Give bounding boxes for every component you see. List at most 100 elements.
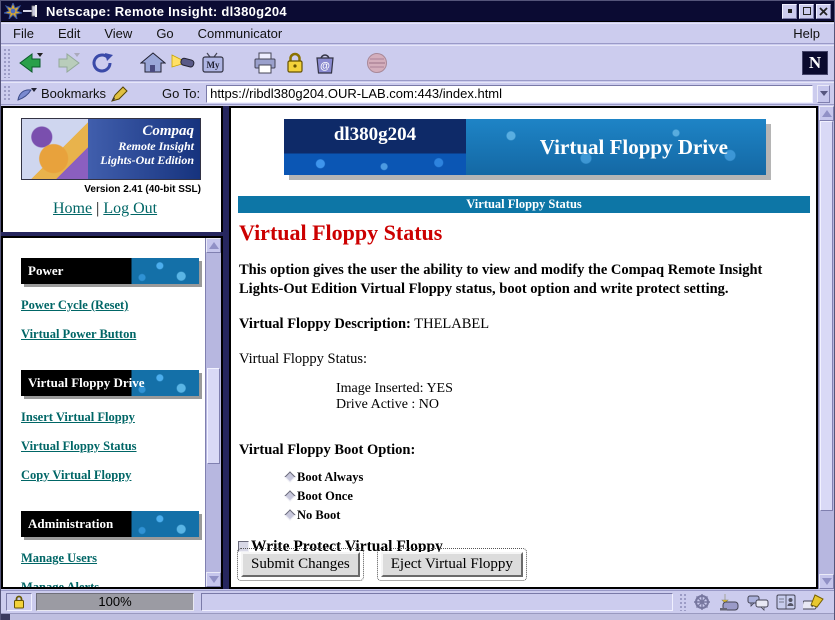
radio-boot-once[interactable]: Boot Once: [286, 490, 812, 503]
status-bar: 100%: [1, 590, 834, 612]
radio-no-boot[interactable]: No Boot: [286, 509, 812, 522]
addressbook-button[interactable]: [772, 592, 800, 612]
menu-communicator[interactable]: Communicator: [198, 26, 283, 41]
back-button[interactable]: [16, 49, 46, 77]
url-dropdown-button[interactable]: [817, 85, 830, 103]
goto-label: Go To:: [162, 86, 200, 101]
scrollbar-track[interactable]: [206, 253, 221, 572]
radio-icon[interactable]: [284, 509, 295, 520]
forward-icon: [55, 51, 81, 75]
eject-virtual-floppy-button[interactable]: Eject Virtual Floppy: [381, 552, 523, 577]
component-bar: [677, 591, 828, 613]
url-input[interactable]: [206, 85, 813, 103]
scroll-up-arrow[interactable]: [819, 106, 834, 121]
mailbox-button[interactable]: [716, 592, 744, 612]
svg-text:My: My: [207, 60, 220, 70]
location-bar-grip[interactable]: [3, 85, 10, 102]
section-title-bar: Virtual Floppy Status: [238, 196, 810, 213]
addressbook-icon: [775, 593, 797, 611]
radio-icon[interactable]: [284, 490, 295, 501]
scrollbar-track[interactable]: [819, 121, 834, 574]
browser-window: Netscape: Remote Insight: dl380g204 File…: [0, 0, 835, 620]
minimize-button[interactable]: [782, 4, 797, 19]
bookmarks-label[interactable]: Bookmarks: [41, 86, 106, 101]
scroll-down-arrow[interactable]: [819, 574, 834, 589]
menu-file[interactable]: File: [13, 26, 34, 41]
status-message-field: [201, 593, 673, 611]
nav-section-administration: Administration: [21, 511, 199, 537]
back-icon: [18, 51, 44, 75]
window-menu-icon[interactable]: [4, 3, 22, 19]
mailbox-icon: [719, 593, 741, 611]
pin-icon[interactable]: [23, 4, 39, 18]
menu-help[interactable]: Help: [793, 26, 820, 41]
shop-button[interactable]: @: [310, 49, 340, 77]
toolbar-grip[interactable]: [3, 48, 10, 78]
menu-bar: File Edit View Go Communicator Help: [1, 23, 834, 44]
nav-link-insert-virtual-floppy[interactable]: Insert Virtual Floppy: [21, 410, 205, 425]
logo-line2: Remote Insight: [88, 140, 194, 154]
navigator-button[interactable]: [688, 592, 716, 612]
status-drive-active: Drive Active : NO: [336, 397, 812, 413]
nav-link-copy-virtual-floppy[interactable]: Copy Virtual Floppy: [21, 468, 205, 483]
logout-link[interactable]: Log Out: [103, 200, 157, 217]
bookmarks-icon[interactable]: [16, 86, 38, 102]
submit-changes-button[interactable]: Submit Changes: [241, 552, 360, 577]
resize-handle[interactable]: [1, 614, 10, 620]
search-icon: [170, 51, 196, 75]
radio-icon[interactable]: [284, 471, 295, 482]
scroll-down-arrow[interactable]: [206, 572, 221, 587]
scrollbar-thumb[interactable]: [207, 368, 220, 464]
boot-option-label: Virtual Floppy Boot Option:: [239, 442, 812, 459]
component-bar-grip[interactable]: [679, 593, 686, 611]
sidebar-scrollbar[interactable]: [205, 238, 221, 587]
banner-page-title: Virtual Floppy Drive: [466, 119, 766, 175]
maximize-button[interactable]: [799, 4, 814, 19]
radio-boot-always[interactable]: Boot Always: [286, 471, 812, 484]
search-button[interactable]: [168, 49, 198, 77]
window-title: Netscape: Remote Insight: dl380g204: [46, 4, 287, 19]
main-scrollbar[interactable]: [818, 106, 834, 589]
home-button[interactable]: [138, 49, 168, 77]
stop-button[interactable]: [362, 49, 392, 77]
navigation-toolbar: My @: [1, 45, 834, 81]
my-netscape-button[interactable]: My: [198, 49, 228, 77]
titlebar[interactable]: Netscape: Remote Insight: dl380g204: [1, 1, 834, 22]
security-status[interactable]: [6, 593, 32, 611]
home-link[interactable]: Home: [53, 200, 92, 217]
main-content: dl380g204 Virtual Floppy Drive Virtual F…: [229, 106, 818, 589]
reload-button[interactable]: [88, 49, 118, 77]
netscape-logo[interactable]: N: [802, 51, 828, 75]
nav-link-virtual-power-button[interactable]: Virtual Power Button: [21, 327, 205, 342]
page-banner: dl380g204 Virtual Floppy Drive: [284, 119, 766, 175]
menu-view[interactable]: View: [104, 26, 132, 41]
window-bottom-edge: [1, 613, 834, 620]
scrollbar-thumb[interactable]: [820, 121, 833, 511]
my-netscape-icon: My: [200, 51, 226, 75]
stop-icon: [364, 51, 390, 75]
menu-go[interactable]: Go: [156, 26, 173, 41]
reload-icon: [90, 51, 116, 75]
composer-button[interactable]: [800, 592, 828, 612]
svg-text:@: @: [320, 61, 330, 72]
nav-section-virtual-floppy: Virtual Floppy Drive: [21, 370, 199, 396]
close-button[interactable]: [816, 4, 831, 19]
compaq-logo-art: [22, 119, 88, 179]
sidebar-nav-frame: Power Power Cycle (Reset) Virtual Power …: [1, 236, 223, 589]
security-button[interactable]: [280, 49, 310, 77]
logo-brand: Compaq: [88, 124, 194, 140]
discussions-button[interactable]: [744, 592, 772, 612]
security-lock-icon: [282, 51, 308, 75]
sidebar-header-frame: Compaq Remote Insight Lights-Out Edition…: [1, 106, 223, 232]
nav-link-power-cycle[interactable]: Power Cycle (Reset): [21, 298, 205, 313]
quickfile-icon[interactable]: [110, 86, 128, 102]
intro-text: This option gives the user the ability t…: [239, 261, 804, 299]
forward-button[interactable]: [53, 49, 83, 77]
description-label: Virtual Floppy Description:: [239, 316, 411, 332]
print-button[interactable]: [250, 49, 280, 77]
nav-link-manage-users[interactable]: Manage Users: [21, 551, 205, 566]
nav-link-manage-alerts[interactable]: Manage Alerts: [21, 580, 205, 587]
menu-edit[interactable]: Edit: [58, 26, 80, 41]
scroll-up-arrow[interactable]: [206, 238, 221, 253]
nav-link-virtual-floppy-status[interactable]: Virtual Floppy Status: [21, 439, 205, 454]
